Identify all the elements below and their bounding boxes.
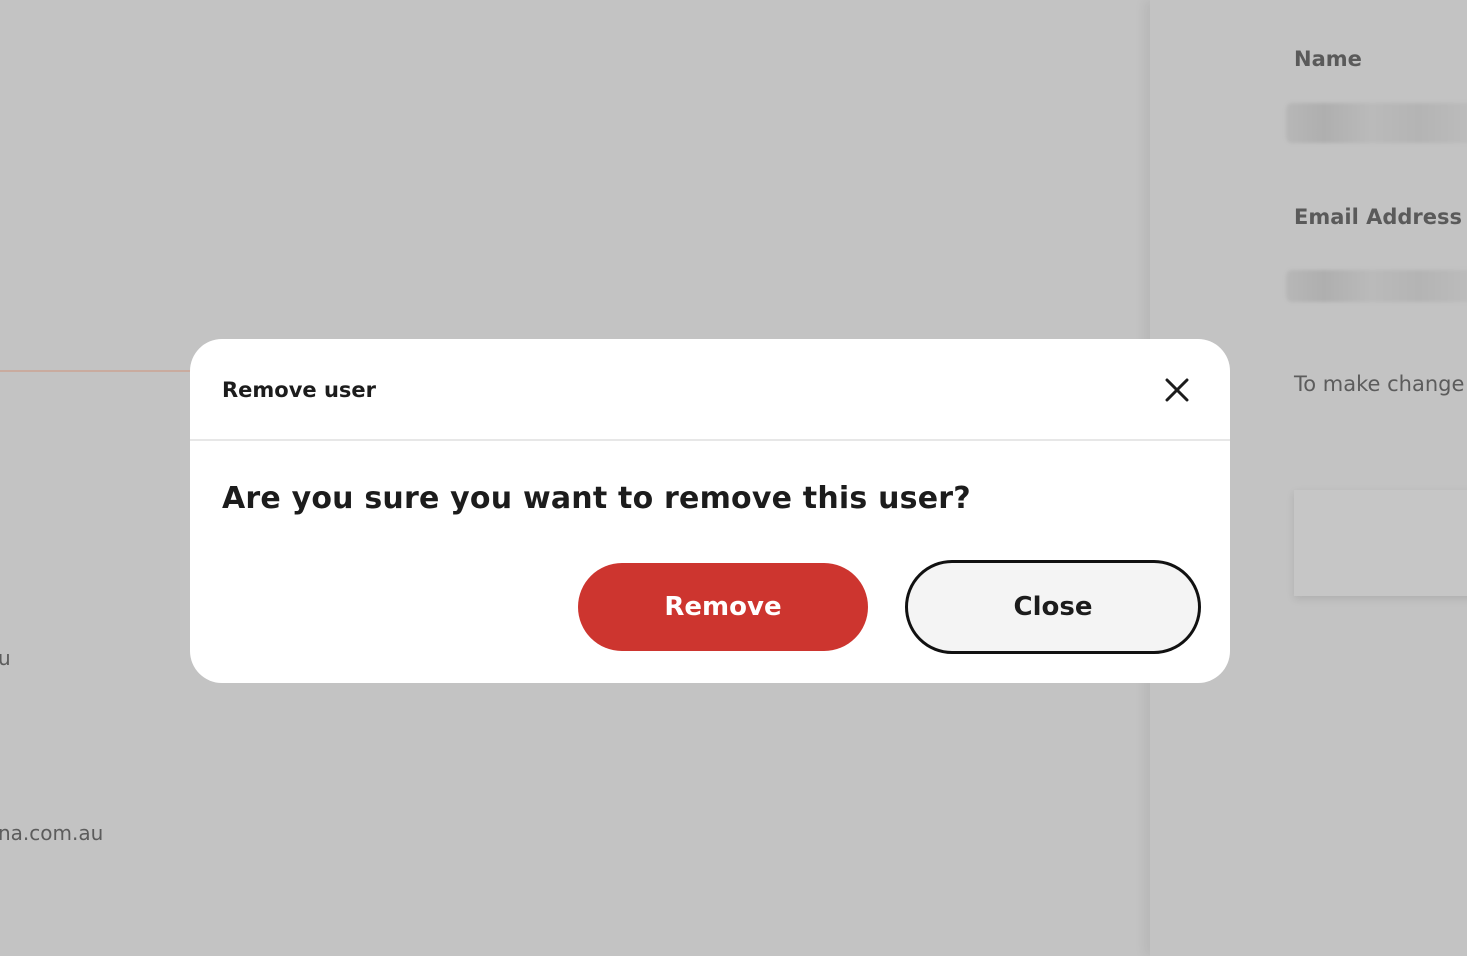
- email-value-redacted: [1286, 270, 1467, 302]
- background-partial-text: u: [0, 646, 11, 670]
- dialog-message: Are you sure you want to remove this use…: [222, 481, 971, 516]
- hint-text: To make change: [1294, 372, 1465, 396]
- page: u na.com.au Name Email Address To make c…: [0, 0, 1467, 956]
- close-button[interactable]: Close: [905, 560, 1201, 654]
- email-label: Email Address: [1294, 205, 1463, 229]
- close-icon[interactable]: [1162, 375, 1192, 405]
- background-partial-email: na.com.au: [0, 821, 104, 845]
- name-label: Name: [1294, 47, 1362, 71]
- name-value-redacted: [1286, 103, 1467, 143]
- dialog-header: Remove user: [190, 339, 1230, 441]
- divider: [0, 370, 195, 372]
- remove-user-dialog: Remove user Are you sure you want to rem…: [190, 339, 1230, 683]
- remove-button[interactable]: Remove: [578, 563, 868, 651]
- dialog-title: Remove user: [222, 378, 377, 402]
- panel-card: [1294, 490, 1467, 596]
